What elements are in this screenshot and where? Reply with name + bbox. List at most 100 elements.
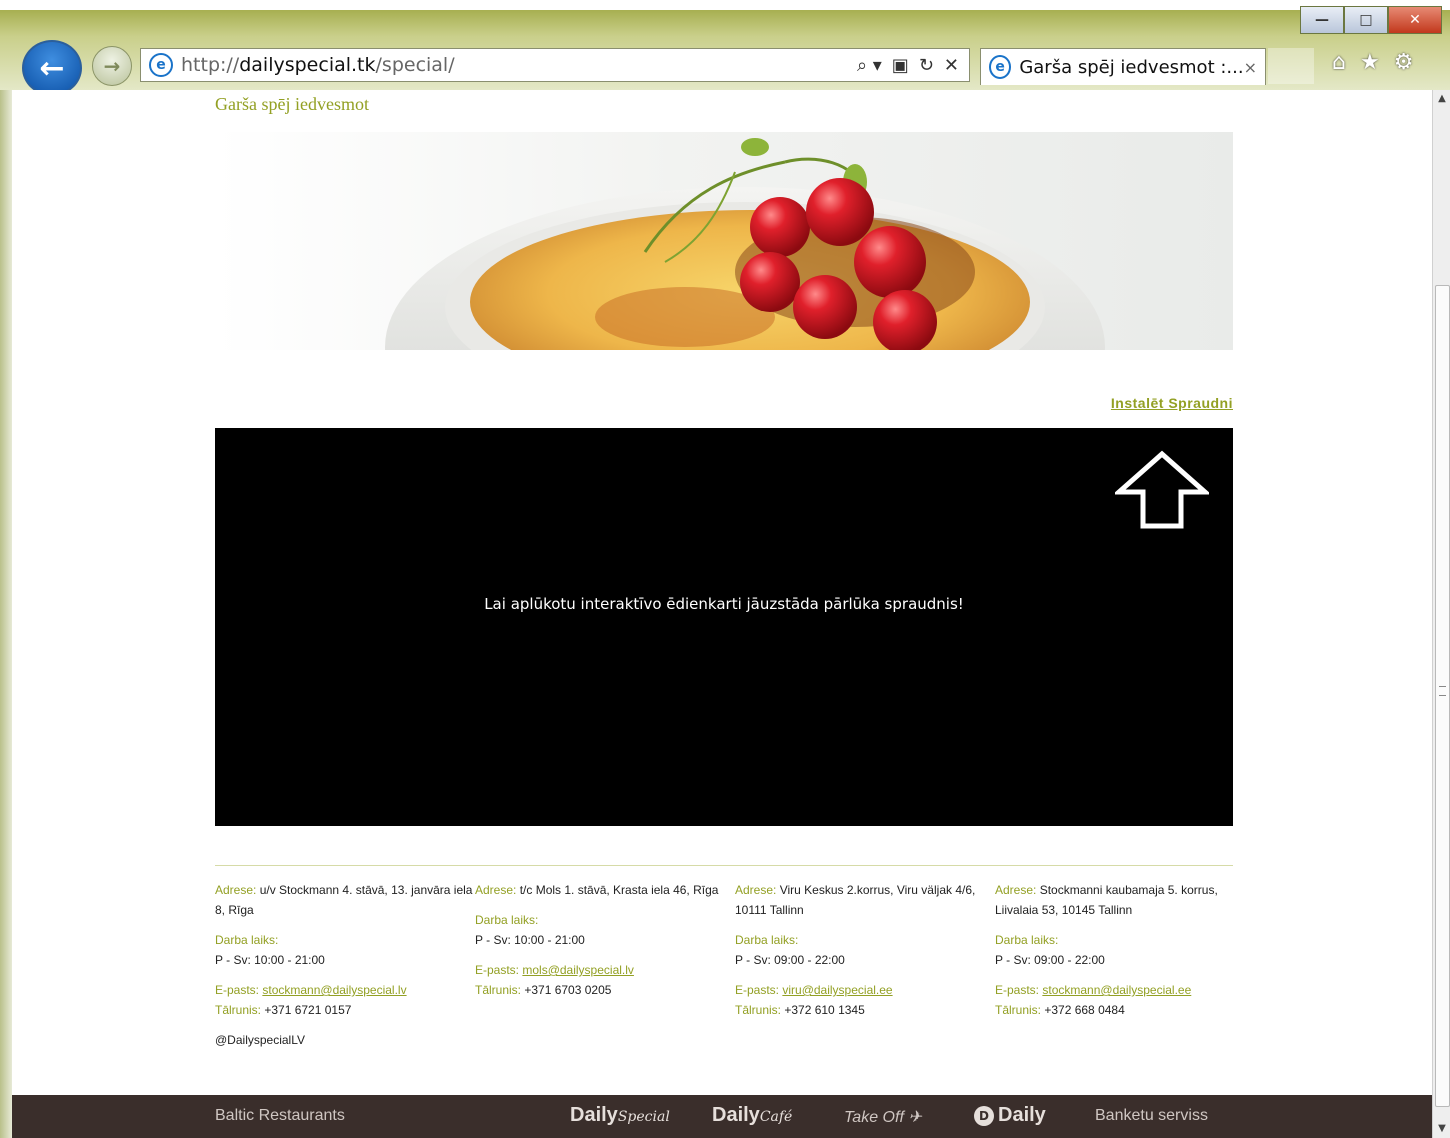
banketu-serviss-link[interactable]: Banketu serviss	[1095, 1107, 1208, 1125]
phone-value: +372 668 0484	[1041, 1003, 1125, 1017]
take-off-logo[interactable]: Take Off ✈	[844, 1107, 922, 1127]
browser-chrome: — □ ✕ ← → e http://dailyspecial.tk/speci…	[0, 0, 1450, 96]
address: Adrese: Stockmanni kaubamaja 5. korrus, …	[995, 880, 1255, 920]
close-window-button[interactable]: ✕	[1388, 6, 1442, 34]
address-label: Adrese:	[215, 883, 257, 897]
compatibility-icon[interactable]: ▣	[892, 55, 909, 76]
grip-icon	[1439, 686, 1446, 696]
hero-image	[215, 132, 1233, 350]
creme-brulee-image	[385, 138, 1105, 350]
email-label: E-pasts:	[995, 983, 1040, 997]
email-link[interactable]: viru@dailyspecial.ee	[782, 983, 892, 997]
daily-cafe-script: Café	[759, 1109, 793, 1125]
daily-logo[interactable]: D Daily	[974, 1104, 1046, 1127]
email-link[interactable]: mols@dailyspecial.lv	[522, 963, 634, 977]
hours-label: Darba laiks:	[215, 933, 279, 947]
phone-label: Tālrunis:	[735, 1003, 782, 1017]
phone: Tālrunis: +372 668 0484	[995, 1000, 1255, 1020]
email-link[interactable]: stockmann@dailyspecial.ee	[1042, 983, 1191, 997]
hours-label: Darba laiks:	[475, 913, 539, 927]
address: Adrese: Viru Keskus 2.korrus, Viru välja…	[735, 880, 995, 920]
phone-label: Tālrunis:	[215, 1003, 262, 1017]
phone-label: Tālrunis:	[475, 983, 522, 997]
email-link[interactable]: stockmann@dailyspecial.lv	[262, 983, 406, 997]
site-tagline: Garša spēj iedvesmot	[215, 94, 369, 114]
phone: Tālrunis: +372 610 1345	[735, 1000, 995, 1020]
location-riga-stockmann: Adrese: u/v Stockmann 4. stāvā, 13. janv…	[215, 880, 475, 1050]
plugin-message: Lai aplūkotu interaktīvo ēdienkarti jāuz…	[484, 595, 964, 613]
tab-title: Garša spēj iedvesmot :...	[1019, 56, 1244, 78]
address: Adrese: u/v Stockmann 4. stāvā, 13. janv…	[215, 880, 475, 920]
arrow-left-icon: ←	[39, 50, 65, 86]
baltic-restaurants-link[interactable]: Baltic Restaurants	[215, 1107, 345, 1125]
address-bar[interactable]: e http://dailyspecial.tk/special/ ⌕ ▾ ▣ …	[140, 48, 970, 82]
daily-word: Daily	[998, 1104, 1046, 1126]
window-left-frame	[0, 90, 12, 1138]
phone-value: +371 6721 0157	[261, 1003, 352, 1017]
scroll-up-arrow-icon[interactable]: ▲	[1433, 90, 1450, 108]
daily-cafe-word: Daily	[712, 1104, 760, 1126]
browser-tab[interactable]: e Garša spēj iedvesmot :... ×	[980, 48, 1266, 85]
address: Adrese: t/c Mols 1. stāvā, Krasta iela 4…	[475, 880, 735, 900]
address-label: Adrese:	[995, 883, 1037, 897]
footer-divider	[215, 865, 1233, 866]
airplane-icon: ✈	[908, 1109, 922, 1126]
location-riga-mols: Adrese: t/c Mols 1. stāvā, Krasta iela 4…	[475, 880, 735, 1050]
tab-close-icon[interactable]: ×	[1244, 58, 1257, 77]
search-dropdown-icon[interactable]: ⌕ ▾	[857, 55, 882, 76]
address-label: Adrese:	[475, 883, 517, 897]
forward-button[interactable]: →	[92, 46, 132, 86]
favorites-star-icon[interactable]: ★	[1360, 50, 1380, 75]
email-label: E-pasts:	[735, 983, 780, 997]
home-icon[interactable]: ⌂	[1332, 50, 1346, 75]
address-tools: ⌕ ▾ ▣ ↻ ✕	[857, 55, 969, 76]
plugin-placeholder[interactable]: Lai aplūkotu interaktīvo ēdienkarti jāuz…	[215, 428, 1233, 826]
arrow-right-icon: →	[103, 54, 121, 78]
phone: Tālrunis: +371 6703 0205	[475, 980, 735, 1000]
url-path: /special/	[375, 54, 455, 76]
vertical-scrollbar[interactable]: ▲ ▼	[1432, 90, 1450, 1138]
location-tallinn-viru: Adrese: Viru Keskus 2.korrus, Viru välja…	[735, 880, 995, 1050]
ie-icon: e	[149, 53, 173, 77]
email-label: E-pasts:	[475, 963, 520, 977]
restore-button[interactable]: □	[1344, 6, 1388, 34]
minimize-button[interactable]: —	[1300, 6, 1344, 34]
url-scheme: http://	[181, 54, 240, 76]
daily-cafe-logo[interactable]: DailyCafé	[712, 1104, 792, 1127]
new-tab-button[interactable]	[1268, 48, 1314, 84]
email: E-pasts: stockmann@dailyspecial.ee	[995, 980, 1255, 1000]
refresh-icon[interactable]: ↻	[919, 55, 934, 76]
install-plugin-link[interactable]: Instalēt Spraudni	[1111, 395, 1233, 411]
daily-special-script: Special	[617, 1109, 670, 1125]
hours-value: P - Sv: 10:00 - 21:00	[475, 933, 585, 947]
url-host: dailyspecial.tk	[239, 54, 376, 76]
hours-value: P - Sv: 09:00 - 22:00	[995, 953, 1105, 967]
email: E-pasts: viru@dailyspecial.ee	[735, 980, 995, 1000]
chrome-top-strip	[0, 0, 1450, 10]
scrollbar-thumb[interactable]	[1435, 285, 1450, 1107]
web-page: Garša spēj iedvesmot Instalēt Spraudni L…	[12, 90, 1432, 1138]
stop-icon[interactable]: ✕	[944, 55, 959, 76]
hours-label: Darba laiks:	[995, 933, 1059, 947]
phone-value: +371 6703 0205	[521, 983, 612, 997]
scroll-down-arrow-icon[interactable]: ▼	[1433, 1120, 1450, 1138]
email-label: E-pasts:	[215, 983, 260, 997]
phone-value: +372 610 1345	[781, 1003, 865, 1017]
take-off-text: Take Off	[844, 1109, 904, 1126]
arrow-up-icon	[1115, 450, 1209, 529]
email: E-pasts: mols@dailyspecial.lv	[475, 960, 735, 980]
address-value: t/c Mols 1. stāvā, Krasta iela 46, Rīga	[516, 883, 719, 897]
twitter-handle[interactable]: @DailyspecialLV	[215, 1030, 475, 1050]
phone: Tālrunis: +371 6721 0157	[215, 1000, 475, 1020]
gear-icon[interactable]: ⚙	[1394, 50, 1414, 75]
hours-value: P - Sv: 09:00 - 22:00	[735, 953, 845, 967]
url-text[interactable]: http://dailyspecial.tk/special/	[181, 54, 455, 76]
tab-ie-icon: e	[989, 55, 1012, 79]
hours-label: Darba laiks:	[735, 933, 799, 947]
daily-special-word: Daily	[570, 1104, 618, 1126]
back-button[interactable]: ←	[22, 40, 82, 96]
daily-special-logo[interactable]: DailySpecial	[570, 1104, 670, 1127]
brands-bar: Baltic Restaurants DailySpecial DailyCaf…	[12, 1095, 1432, 1138]
address-label: Adrese:	[735, 883, 777, 897]
window-controls: — □ ✕	[1300, 6, 1442, 34]
